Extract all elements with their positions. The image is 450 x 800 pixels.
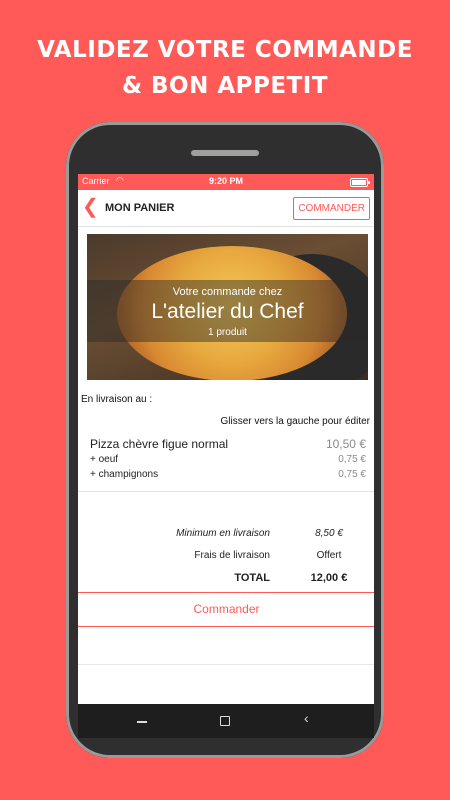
- commander-button[interactable]: Commander: [78, 592, 374, 627]
- cart-item-option: + oeuf 0,75 €: [90, 454, 366, 469]
- chevron-left-icon[interactable]: ❮: [82, 197, 99, 217]
- status-bar: Carrier ◠ 9:20 PM: [78, 174, 374, 190]
- banner-subtitle: Votre commande chez: [172, 286, 283, 298]
- status-time: 9:20 PM: [208, 176, 243, 186]
- minimum-value: 8,50 €: [315, 528, 343, 539]
- total-label: TOTAL: [234, 572, 270, 584]
- page-title: MON PANIER: [105, 202, 175, 214]
- swipe-hint: Glisser vers la gauche pour éditer: [220, 416, 370, 427]
- restaurant-name: L'atelier du Chef: [151, 300, 304, 323]
- item-price: 10,50 €: [325, 437, 366, 451]
- android-nav-bar: ‹: [78, 704, 374, 738]
- back-icon[interactable]: ‹: [304, 711, 309, 725]
- minimum-label: Minimum en livraison: [176, 528, 270, 539]
- cart-item-option: + champignons 0,75 €: [90, 469, 366, 484]
- option-price: 0,75 €: [338, 469, 366, 480]
- home-icon[interactable]: [220, 716, 230, 726]
- promo-line-1: VALIDEZ VOTRE COMMANDE: [37, 37, 413, 63]
- promo-header: VALIDEZ VOTRE COMMANDE & BON APPETIT: [0, 32, 450, 104]
- nav-bar: ❮ MON PANIER COMMANDER: [78, 190, 374, 227]
- app-screen: Carrier ◠ 9:20 PM ❮ MON PANIER COMMANDER…: [78, 174, 374, 704]
- restaurant-banner: Votre commande chez L'atelier du Chef 1 …: [87, 234, 368, 380]
- fees-value: Offert: [316, 550, 342, 561]
- product-count: 1 produit: [208, 327, 247, 338]
- cart-item[interactable]: Pizza chèvre figue normal 10,50 €: [90, 437, 366, 454]
- option-name: + champignons: [90, 469, 159, 480]
- cart-items[interactable]: Pizza chèvre figue normal 10,50 € + oeuf…: [90, 437, 366, 484]
- fees-label: Frais de livraison: [194, 550, 270, 561]
- promo-line-2: & BON APPETIT: [121, 73, 329, 99]
- divider: [78, 664, 374, 665]
- delivery-label: En livraison au :: [81, 394, 153, 405]
- divider: [78, 491, 374, 492]
- commander-top-button[interactable]: COMMANDER: [293, 197, 370, 220]
- recent-apps-icon[interactable]: [137, 721, 147, 723]
- total-value: 12,00 €: [310, 572, 348, 584]
- phone-speaker: [191, 150, 259, 156]
- option-price: 0,75 €: [338, 454, 366, 465]
- option-name: + oeuf: [90, 454, 119, 465]
- battery-icon: [350, 178, 370, 187]
- phone-frame: Carrier ◠ 9:20 PM ❮ MON PANIER COMMANDER…: [66, 122, 384, 758]
- item-name: Pizza chèvre figue normal: [90, 437, 229, 451]
